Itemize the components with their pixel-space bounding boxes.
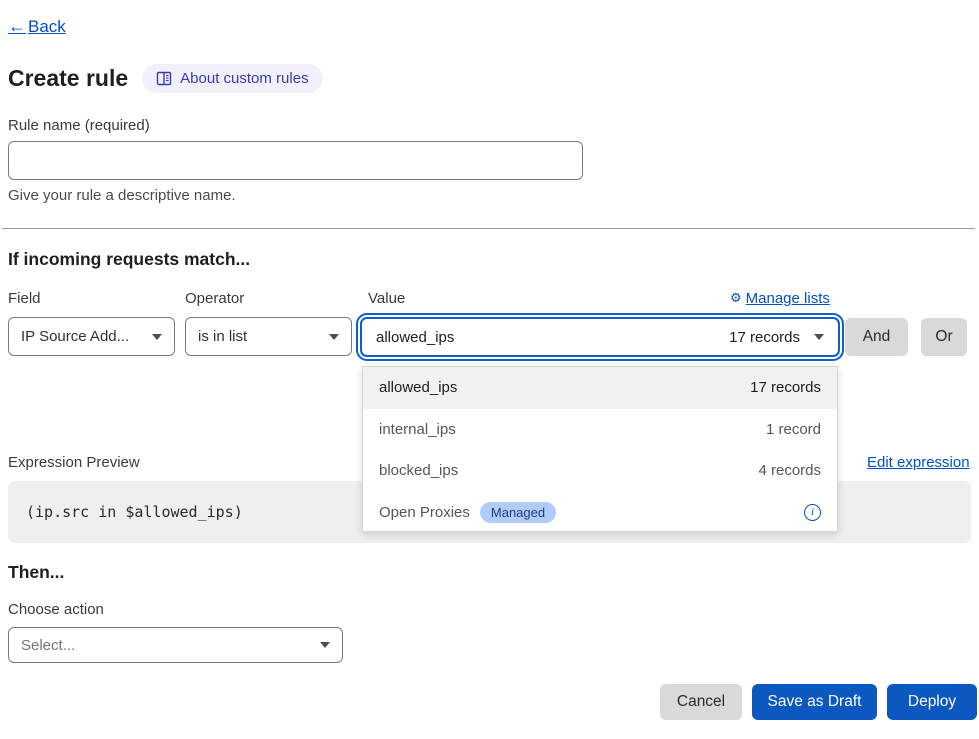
manage-lists-label: Manage lists [746,290,830,307]
value-select-selected: allowed_ips [376,329,454,346]
edit-expression-link[interactable]: Edit expression [867,454,970,471]
list-name: allowed_ips [379,379,457,396]
rule-name-label: Rule name (required) [8,117,150,134]
dropdown-option-internal-ips[interactable]: internal_ips 1 record [363,409,837,451]
then-section-heading: Then... [8,562,64,583]
about-custom-rules-link[interactable]: About custom rules [142,64,322,93]
value-select[interactable]: allowed_ips 17 records [360,317,840,357]
page-title: Create rule [8,65,128,92]
expression-code: (ip.src in $allowed_ips) [26,503,243,521]
value-label: Value [368,290,405,307]
save-as-draft-button[interactable]: Save as Draft [752,684,877,720]
and-button[interactable]: And [845,318,908,356]
operator-select[interactable]: is in list [185,317,352,356]
choose-action-label: Choose action [8,601,104,618]
list-record-count: 4 records [758,462,821,479]
chevron-down-icon [814,334,824,340]
info-icon[interactable]: i [804,504,821,521]
section-divider [2,228,975,229]
chevron-down-icon [329,334,339,340]
dropdown-option-blocked-ips[interactable]: blocked_ips 4 records [363,450,837,492]
field-select-value: IP Source Add... [21,328,129,345]
field-label: Field [8,290,41,307]
manage-lists-link[interactable]: ⚙ Manage lists [730,290,838,307]
list-record-count: 1 record [766,421,821,438]
operator-label: Operator [185,290,244,307]
gear-icon: ⚙ [730,292,742,305]
expression-preview-label: Expression Preview [8,454,140,471]
list-name: blocked_ips [379,462,458,479]
chevron-down-icon [152,334,162,340]
chevron-down-icon [320,642,330,648]
about-custom-rules-label: About custom rules [180,70,308,87]
value-dropdown-panel: allowed_ips 17 records internal_ips 1 re… [362,366,838,532]
list-record-count: 17 records [750,379,821,396]
back-link-label: Back [28,17,66,37]
back-arrow-icon: ← [8,16,26,37]
cancel-button[interactable]: Cancel [660,684,742,720]
rule-name-helper-text: Give your rule a descriptive name. [8,187,236,204]
dropdown-option-open-proxies[interactable]: Open Proxies Managed i [363,492,837,534]
managed-badge: Managed [480,502,556,523]
field-select[interactable]: IP Source Add... [8,317,175,356]
operator-select-value: is in list [198,328,247,345]
back-link[interactable]: ←Back [8,16,66,37]
deploy-button[interactable]: Deploy [887,684,977,720]
book-icon [156,71,172,86]
dropdown-option-allowed-ips[interactable]: allowed_ips 17 records [363,367,837,409]
action-select[interactable]: Select... [8,627,343,663]
create-rule-page: ←Back Create rule About custom rules Rul… [0,0,979,739]
action-select-placeholder: Select... [21,637,75,654]
list-name: internal_ips [379,421,456,438]
value-select-record-count: 17 records [729,329,800,346]
match-section-heading: If incoming requests match... [8,249,250,270]
title-row: Create rule About custom rules [8,64,323,93]
list-name: Open Proxies [379,504,470,521]
rule-name-input[interactable] [8,141,583,180]
or-button[interactable]: Or [921,318,967,356]
